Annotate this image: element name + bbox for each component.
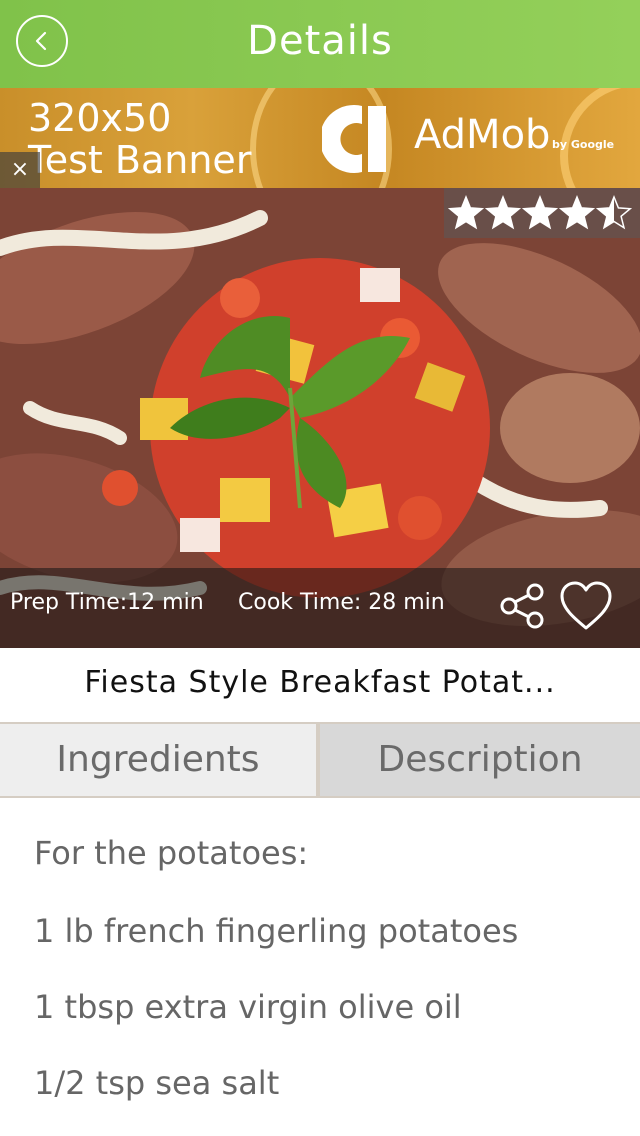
info-bar: Prep Time:12 min Cook Time: 28 min xyxy=(0,568,640,648)
star-icon xyxy=(558,194,596,230)
star-rating-icon xyxy=(447,194,633,230)
star-icon xyxy=(447,194,485,230)
header: Details xyxy=(0,0,640,88)
list-item: For the potatoes: xyxy=(34,834,309,872)
star-icon xyxy=(484,194,522,230)
admob-logo-icon xyxy=(322,105,386,173)
ad-banner[interactable]: 320x50 Test Banner AdMob by Google xyxy=(0,88,640,188)
heart-icon[interactable] xyxy=(556,578,616,634)
recipe-photo: Prep Time:12 min Cook Time: 28 min xyxy=(0,188,640,648)
ad-close-button[interactable]: × xyxy=(0,152,40,188)
ad-brand-text: AdMob xyxy=(414,112,551,158)
recipe-title: Fiesta Style Breakfast Potat... xyxy=(84,665,556,700)
ad-by-text: by Google xyxy=(552,138,615,151)
star-icon xyxy=(521,194,559,230)
prep-time: Prep Time:12 min xyxy=(10,590,204,615)
share-icon[interactable] xyxy=(497,580,549,632)
ad-test-banner-text: Test Banner xyxy=(28,138,252,182)
cook-time: Cook Time: 28 min xyxy=(238,590,445,615)
tab-description[interactable]: Description xyxy=(320,724,640,796)
list-item: 1 tbsp extra virgin olive oil xyxy=(34,988,462,1026)
star-icon xyxy=(595,194,633,230)
tab-ingredients[interactable]: Ingredients xyxy=(0,724,316,796)
ad-size-text: 320x50 xyxy=(28,96,172,140)
tab-bar: Ingredients Description xyxy=(0,722,640,798)
list-item: 1/2 tsp sea salt xyxy=(34,1064,280,1102)
rating-stars xyxy=(444,188,640,238)
page-title: Details xyxy=(247,18,393,64)
list-item: 1 lb french fingerling potatoes xyxy=(34,912,519,950)
